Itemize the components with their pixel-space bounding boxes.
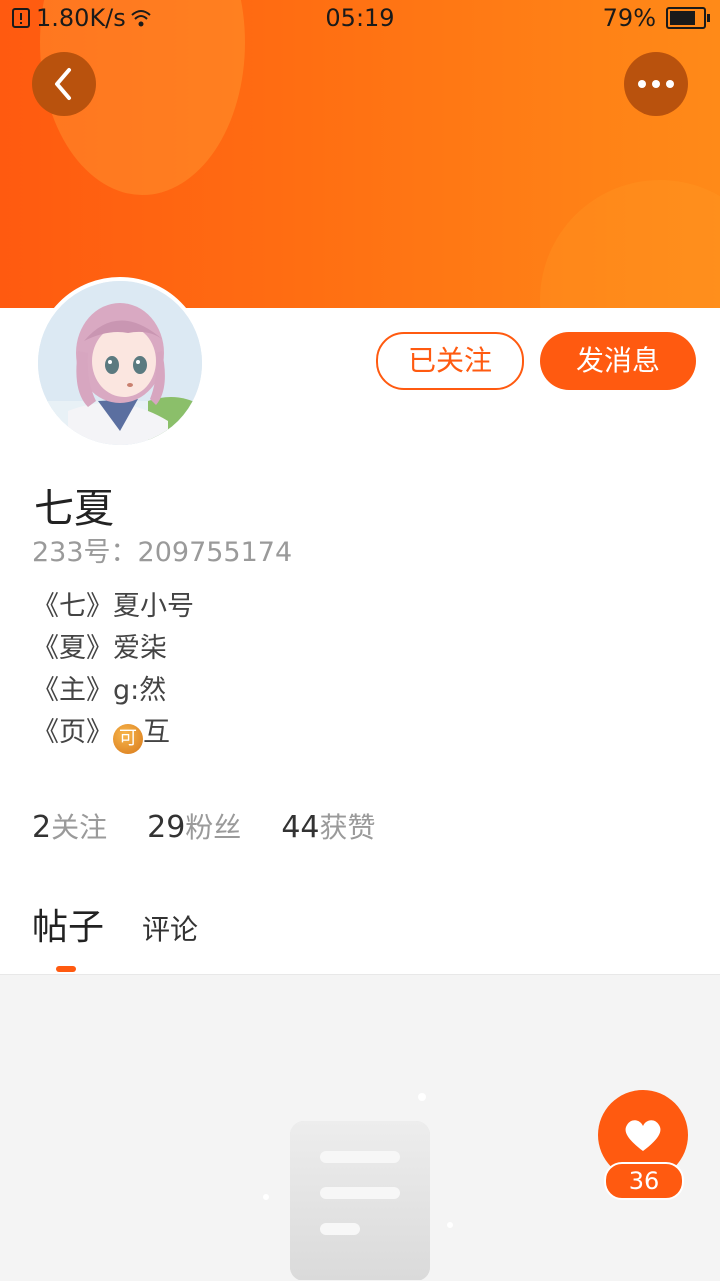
chevron-left-icon <box>55 68 71 100</box>
user-id: 233号：209755174 <box>32 537 293 568</box>
avatar-image <box>38 281 202 445</box>
likes-count: 44获赞 <box>281 806 375 846</box>
like-count-badge: 36 <box>604 1162 684 1200</box>
bio: 《七》夏小号 《夏》爱柒 《主》g:然 《页》可互 <box>32 586 194 754</box>
heart-icon <box>625 1120 661 1151</box>
profile-header-banner: 1.80K/s 05:19 79% <box>0 0 720 308</box>
more-horizontal-icon <box>638 80 674 88</box>
following-count[interactable]: 2关注 <box>32 806 107 846</box>
profile-stats: 2关注 29粉丝 44获赞 <box>32 806 376 846</box>
stat-number: 2 <box>32 810 52 845</box>
avatar[interactable] <box>34 277 206 449</box>
empty-document-icon <box>263 1093 453 1280</box>
stat-label: 粉丝 <box>185 811 242 844</box>
bio-line-prefix: 《页》 <box>32 717 113 748</box>
bio-line-suffix: 互 <box>143 717 170 748</box>
stat-label: 关注 <box>51 811 108 844</box>
back-button[interactable] <box>32 52 96 116</box>
ke-badge-icon: 可 <box>113 724 143 754</box>
followers-count[interactable]: 29粉丝 <box>147 806 241 846</box>
bio-line: 《七》夏小号 <box>32 591 194 622</box>
stat-number: 29 <box>147 810 186 845</box>
bio-line: 《夏》爱柒 <box>32 633 167 664</box>
battery-icon <box>666 7 710 29</box>
tab-active-indicator <box>56 966 76 972</box>
status-bar: 1.80K/s 05:19 79% <box>0 0 720 36</box>
tab-comments[interactable]: 评论 <box>142 908 198 948</box>
following-button[interactable]: 已关注 <box>376 332 524 390</box>
bio-line: 《主》g:然 <box>32 675 167 706</box>
send-message-button[interactable]: 发消息 <box>540 332 696 390</box>
battery-percent: 79% <box>602 4 656 32</box>
tab-posts[interactable]: 帖子 <box>32 898 104 950</box>
banner-decoration <box>540 180 720 308</box>
stat-number: 44 <box>281 810 320 845</box>
username: 七夏 <box>34 486 114 532</box>
battery-level <box>670 11 695 25</box>
bio-line: 《页》可互 <box>32 712 194 754</box>
more-button[interactable] <box>624 52 688 116</box>
stat-label: 获赞 <box>319 811 376 844</box>
